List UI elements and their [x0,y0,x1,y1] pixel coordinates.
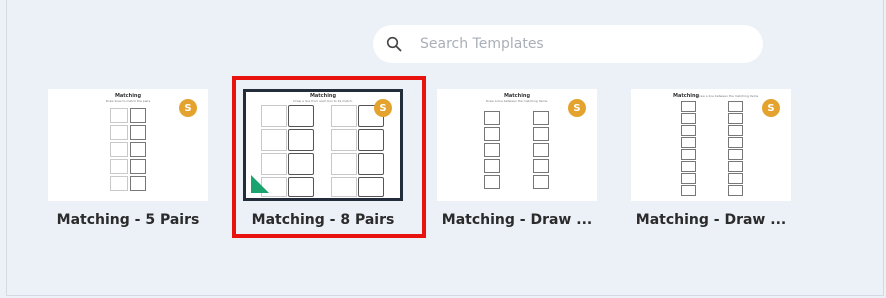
template-thumbnail[interactable]: Matching Draw a line between the matchin… [437,89,597,201]
search-input[interactable] [418,35,722,53]
template-label: Matching - Draw ... [635,212,787,228]
thumbnail-subtitle: Draw a line between the matching items [697,94,759,98]
template-label: Matching - 5 Pairs [56,212,200,228]
premium-badge: S [179,99,197,117]
search-icon [386,36,402,52]
template-thumbnail[interactable]: Matching Draw lines to match the pairs S [48,89,208,201]
template-thumbnail[interactable]: Matching Draw a line between the matchin… [631,89,791,201]
premium-badge: S [762,99,780,117]
search-bar[interactable] [373,25,763,63]
template-label: Matching - Draw ... [441,212,593,228]
premium-badge: S [568,99,586,117]
selection-highlight [232,76,426,238]
